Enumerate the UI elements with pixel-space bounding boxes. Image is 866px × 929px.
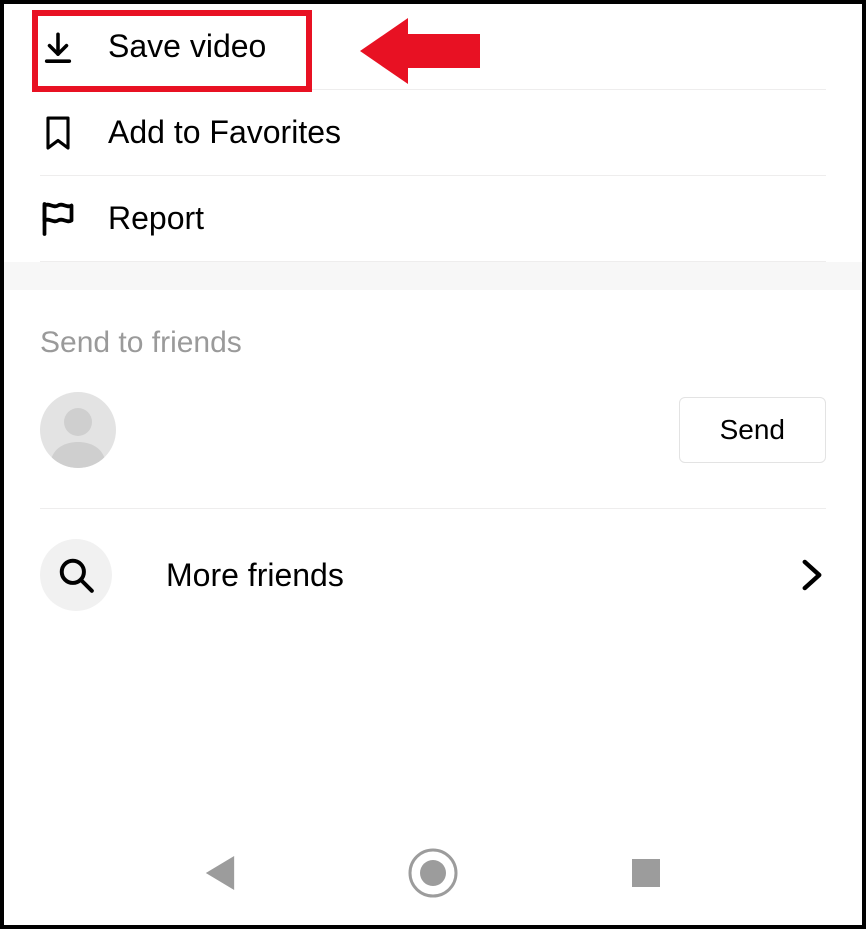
search-icon	[40, 539, 112, 611]
save-video-menu-item[interactable]: Save video	[40, 4, 826, 90]
home-button[interactable]	[405, 845, 461, 901]
save-video-label: Save video	[108, 28, 266, 65]
more-friends-row[interactable]: More friends	[40, 509, 826, 641]
android-nav-bar	[4, 845, 862, 901]
section-divider	[4, 262, 862, 290]
report-label: Report	[108, 200, 204, 237]
avatar[interactable]	[40, 392, 116, 468]
download-icon	[40, 29, 76, 65]
bookmark-icon	[40, 115, 76, 151]
highlight-arrow-icon	[360, 14, 480, 96]
send-button[interactable]: Send	[679, 397, 826, 463]
add-favorites-label: Add to Favorites	[108, 114, 341, 151]
back-button[interactable]	[192, 845, 248, 901]
recent-apps-button[interactable]	[618, 845, 674, 901]
flag-icon	[40, 201, 76, 237]
friend-row: Send	[40, 392, 826, 509]
more-friends-label: More friends	[166, 557, 744, 594]
send-to-friends-heading: Send to friends	[40, 290, 826, 392]
chevron-right-icon	[798, 561, 826, 589]
report-menu-item[interactable]: Report	[40, 176, 826, 262]
add-favorites-menu-item[interactable]: Add to Favorites	[40, 90, 826, 176]
